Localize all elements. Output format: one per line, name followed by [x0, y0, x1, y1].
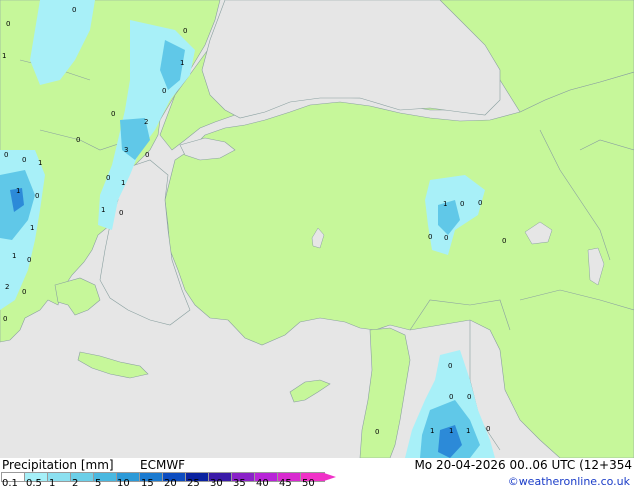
- point-value: 1: [12, 252, 16, 260]
- scale-label: 0.5: [26, 478, 42, 489]
- scale-label: 0.1: [2, 478, 18, 489]
- point-value: 1: [466, 427, 470, 435]
- scale-label: 40: [256, 478, 269, 489]
- scale-label: 30: [210, 478, 223, 489]
- point-value: 3: [124, 146, 128, 154]
- scale-label: 10: [117, 478, 130, 489]
- point-value: 0: [72, 6, 76, 14]
- scale-label: 2: [72, 478, 79, 489]
- point-value: 0: [22, 288, 26, 296]
- scale-label: 1: [49, 478, 56, 489]
- point-value: 0: [119, 209, 123, 217]
- point-value: 0: [6, 20, 10, 28]
- legend-title: Precipitation [mm]: [2, 458, 114, 472]
- point-value: 1: [430, 427, 434, 435]
- point-value: 1: [2, 52, 6, 60]
- point-value: 0: [27, 256, 31, 264]
- precipitation-map: 0 0 1 0 1 0 2 0 0 0 0 1 3 0 0 1 1 0 1 0 1 1 0 2 0 0 1 0 0 0 0 0 0 0 0 1 1 1 0 0: [0, 0, 634, 458]
- point-value: 0: [162, 87, 166, 95]
- scale-label: 20: [164, 478, 177, 489]
- point-value: 1: [16, 187, 20, 195]
- valid-time: Mo 20-04-2026 00..06 UTC (12+354: [414, 458, 632, 472]
- point-value: 2: [5, 283, 9, 291]
- point-value: 0: [449, 393, 453, 401]
- point-value: 0: [76, 136, 80, 144]
- credit-link[interactable]: ©weatheronline.co.uk: [508, 475, 630, 488]
- scale-label: 45: [279, 478, 292, 489]
- point-value: 0: [111, 110, 115, 118]
- scale-label: 5: [95, 478, 102, 489]
- point-value: 0: [478, 199, 482, 207]
- point-value: 0: [448, 362, 452, 370]
- point-value: 0: [35, 192, 39, 200]
- point-value: 1: [101, 206, 105, 214]
- point-value: 0: [22, 156, 26, 164]
- point-value: 0: [467, 393, 471, 401]
- point-value: 1: [180, 59, 184, 67]
- point-value: 0: [3, 315, 7, 323]
- point-value: 0: [486, 425, 490, 433]
- color-scale-labels: 0.1 0.5 1 2 5 10 15 20 25 30 35 40 45 50: [0, 478, 330, 490]
- model-name: ECMWF: [140, 458, 186, 472]
- point-value: 0: [444, 234, 448, 242]
- point-value: 0: [428, 233, 432, 241]
- scale-label: 35: [233, 478, 246, 489]
- point-value: 0: [460, 200, 464, 208]
- point-value: 0: [106, 174, 110, 182]
- point-value: 0: [4, 151, 8, 159]
- point-value: 0: [375, 428, 379, 436]
- scale-label: 25: [187, 478, 200, 489]
- scale-label: 15: [141, 478, 154, 489]
- scale-label: 50: [302, 478, 315, 489]
- point-value: 1: [38, 159, 42, 167]
- legend-bar: Precipitation [mm] ECMWF Mo 20-04-2026 0…: [0, 458, 634, 490]
- weather-map-panel: 0010102000013001101011020010000000011100…: [0, 0, 634, 490]
- point-value: 1: [449, 427, 453, 435]
- point-value: 0: [502, 237, 506, 245]
- point-value: 1: [30, 224, 34, 232]
- point-value: 0: [145, 151, 149, 159]
- point-value: 0: [183, 27, 187, 35]
- point-value: 1: [443, 200, 447, 208]
- point-value: 2: [144, 118, 148, 126]
- point-value: 1: [121, 179, 125, 187]
